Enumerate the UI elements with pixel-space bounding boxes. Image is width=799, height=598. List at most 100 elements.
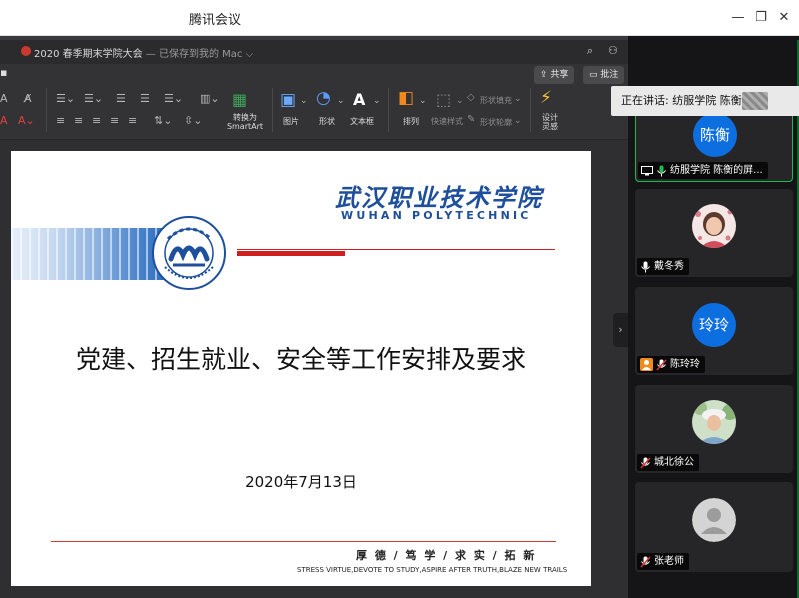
arrange-label[interactable]: 排列 [403, 116, 419, 127]
speaking-indicator: 正在讲话: 纺服学院 陈衡; [611, 86, 799, 116]
avatar [692, 204, 736, 248]
ribbon-separator [272, 88, 273, 132]
shape-outline-icon[interactable]: ✎ [467, 114, 475, 125]
footer-red-line [51, 541, 556, 542]
font-color-a-icon[interactable]: A⌄ [18, 114, 35, 127]
share-button[interactable]: ⇪ 共享 [534, 66, 575, 84]
participant-name: 戴冬秀 [654, 261, 684, 272]
shape-fill-label[interactable]: 形状填充 [480, 95, 512, 106]
align-left-icon[interactable]: ≡ [56, 114, 65, 127]
mic-on-icon [640, 261, 651, 273]
header-red-bar [237, 251, 345, 256]
mic-on-icon [656, 165, 667, 177]
textbox-icon[interactable]: A [353, 90, 365, 109]
close-button[interactable]: ✕ [774, 8, 794, 28]
smartart-icon[interactable]: ▦ [232, 90, 247, 109]
collapse-panel-button[interactable]: › [613, 313, 628, 347]
slide-canvas[interactable]: 武汉职业技术学院 WUHAN POLYTECHNIC 党建、招生就业、安全等工作… [11, 151, 591, 586]
bullets-icon[interactable]: ☰⌄ [56, 92, 75, 105]
participant-tile[interactable]: 戴冬秀 [635, 189, 793, 277]
ribbon-separator [46, 88, 47, 132]
shape-icon[interactable]: ◔ [316, 88, 331, 108]
shape-label[interactable]: 形状 [319, 116, 335, 127]
font-color-icon[interactable]: A [0, 114, 8, 127]
header-red-line [237, 249, 555, 250]
restore-button[interactable]: ❐ [751, 8, 771, 28]
quick-style-icon[interactable]: ⬚ [436, 90, 451, 109]
avatar: 陈衡 [693, 113, 737, 157]
picture-icon[interactable]: ▣ [280, 90, 296, 110]
picture-label[interactable]: 图片 [283, 116, 299, 127]
shape-outline-label[interactable]: 形状轮廓 [480, 117, 512, 128]
quick-style-label[interactable]: 快速样式 [431, 116, 463, 127]
school-name-chinese: 武汉职业技术学院 [335, 183, 543, 212]
powerpoint-icon [21, 46, 31, 56]
shape-fill-dropdown-icon[interactable]: ⌄ [514, 94, 522, 104]
shape-fill-icon[interactable]: ◇ [467, 92, 475, 103]
motto-chinese: 厚 德 / 笃 学 / 求 实 / 拓 新 [356, 549, 537, 562]
default-avatar-icon [692, 498, 736, 542]
participant-name-strip: 陈玲玲 [637, 356, 705, 373]
participant-name-strip: 戴冬秀 [637, 258, 689, 275]
quick-style-dropdown-icon[interactable]: ⌄ [456, 96, 464, 106]
blurred-name-overlay [742, 92, 768, 110]
ribbon-edge-icon: ▪ [0, 66, 8, 79]
numbering-icon[interactable]: ☰⌄ [84, 92, 103, 105]
indent-decrease-icon[interactable]: ☰ [116, 92, 126, 105]
design-ideas-label[interactable]: 设计 灵感 [540, 113, 560, 131]
arrange-dropdown-icon[interactable]: ⌄ [419, 96, 427, 106]
participant-name: 陈玲玲 [670, 359, 700, 370]
convert-smartart-label[interactable]: 转换为 SmartArt [222, 113, 268, 131]
design-ideas-icon[interactable]: ⚡ [540, 88, 552, 108]
textbox-label[interactable]: 文本框 [350, 116, 374, 127]
columns-icon[interactable]: ▥⌄ [200, 92, 220, 105]
mic-muted-icon [640, 457, 651, 469]
font-size-icon[interactable]: A [0, 92, 8, 105]
school-emblem-logo [152, 216, 226, 290]
participant-tile[interactable]: 张老师 [635, 482, 793, 572]
clear-format-icon[interactable]: A̸ [24, 92, 32, 105]
align-center-icon[interactable]: ≡ [74, 114, 83, 127]
minimize-button[interactable]: — [728, 8, 748, 28]
ribbon-separator [530, 88, 531, 132]
align-right-icon[interactable]: ≡ [92, 114, 101, 127]
distribute-icon[interactable]: ≡ [128, 114, 137, 127]
share-label: 共享 [550, 70, 569, 80]
participant-tile[interactable]: 城北徐公 [635, 385, 793, 473]
document-save-status: — 已保存到我的 Mac ⌵ [142, 49, 254, 60]
participant-name-strip: 纺服学院 陈衡的屏... [638, 162, 768, 179]
indent-increase-icon[interactable]: ☰ [140, 92, 150, 105]
search-icon[interactable]: ⌕ [587, 44, 593, 58]
user-icon[interactable]: ⚇ [608, 44, 618, 57]
ribbon-separator [388, 88, 389, 132]
arrange-icon[interactable]: ◧ [398, 88, 414, 108]
avatar [692, 400, 736, 444]
align-text-icon[interactable]: ⇳⌄ [184, 114, 202, 127]
slide-date: 2020年7月13日 [245, 473, 357, 491]
comment-button[interactable]: ▭ 批注 [583, 66, 625, 84]
host-icon [640, 358, 653, 371]
window-titlebar: 腾讯会议 — ❐ ✕ [0, 0, 799, 36]
document-title: 2020 春季期末学院大会 — 已保存到我的 Mac ⌵ [34, 45, 253, 60]
textbox-dropdown-icon[interactable]: ⌄ [373, 96, 381, 106]
comment-label: 批注 [600, 70, 619, 80]
avatar: 玲玲 [692, 303, 736, 347]
screen-share-icon [641, 165, 653, 175]
shape-outline-dropdown-icon[interactable]: ⌄ [514, 116, 522, 126]
text-direction-icon[interactable]: ⇅⌄ [154, 114, 172, 127]
justify-icon[interactable]: ≡ [110, 114, 119, 127]
participant-name-strip: 城北徐公 [637, 454, 699, 471]
line-spacing-icon[interactable]: ☰⌄ [164, 92, 183, 105]
school-name-english: WUHAN POLYTECHNIC [341, 209, 532, 222]
document-name: 2020 春季期末学院大会 [34, 49, 143, 60]
participant-name: 张老师 [654, 556, 684, 567]
mic-muted-icon [656, 359, 667, 371]
motto-english: STRESS VIRTUE,DEVOTE TO STUDY,ASPIRE AFT… [297, 566, 568, 574]
participant-name-strip: 张老师 [637, 553, 689, 570]
shape-dropdown-icon[interactable]: ⌄ [337, 96, 345, 106]
picture-dropdown-icon[interactable]: ⌄ [300, 96, 308, 106]
window-title: 腾讯会议 [189, 13, 242, 28]
mic-muted-icon [640, 556, 651, 568]
meeting-window: 腾讯会议 — ❐ ✕ 2020 春季期末学院大会 — 已保存到我的 Mac ⌵ … [0, 0, 799, 598]
participant-tile[interactable]: 玲玲 陈玲玲 [635, 287, 793, 375]
